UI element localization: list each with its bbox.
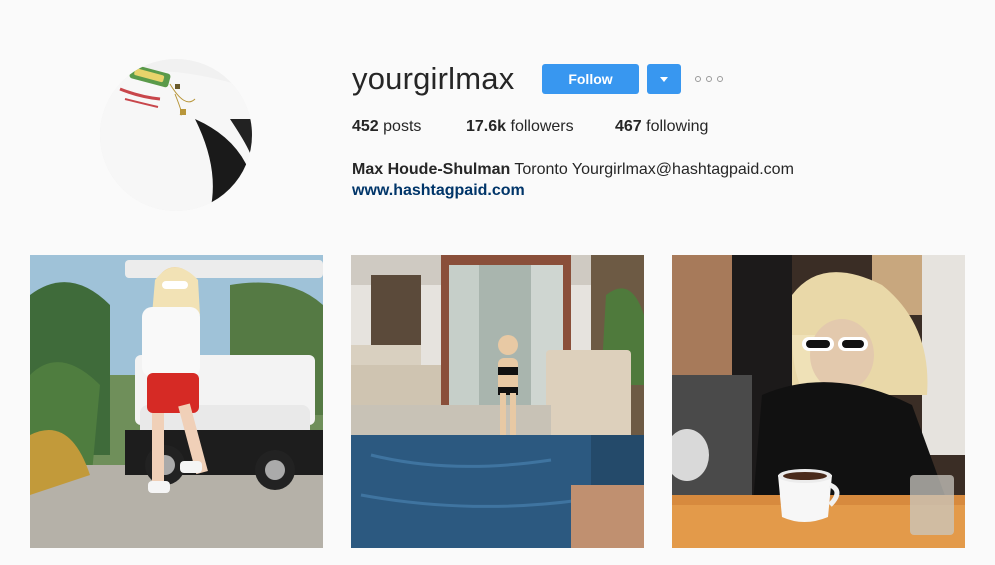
post-image: [30, 255, 323, 548]
post-image: [672, 255, 965, 548]
followers-stat[interactable]: 17.6k followers: [466, 118, 574, 136]
profile-avatar: [100, 59, 252, 211]
followers-label: followers: [510, 118, 574, 135]
following-label: following: [646, 118, 709, 135]
follow-options-button[interactable]: [647, 64, 681, 94]
more-dot: [695, 76, 701, 82]
post-thumbnail[interactable]: [30, 255, 323, 548]
posts-stat: 452 posts: [352, 118, 421, 136]
post-image: [351, 255, 644, 548]
posts-label: posts: [383, 118, 422, 135]
profile-bio: Max Houde-Shulman Toronto Yourgirlmax@ha…: [352, 158, 794, 182]
following-stat[interactable]: 467 following: [615, 118, 708, 136]
followers-count: 17.6k: [466, 118, 507, 135]
avatar-image: [100, 59, 252, 211]
posts-count: 452: [352, 118, 379, 135]
profile-full-name: Max Houde-Shulman: [352, 161, 511, 178]
following-count: 467: [615, 118, 642, 135]
more-dot: [717, 76, 723, 82]
post-thumbnail[interactable]: [351, 255, 644, 548]
more-options-icon[interactable]: [695, 72, 723, 86]
profile-username: yourgirlmax: [352, 61, 515, 96]
more-dot: [706, 76, 712, 82]
post-thumbnail[interactable]: [672, 255, 965, 548]
chevron-down-icon: [660, 76, 668, 82]
bio-text: Toronto Yourgirlmax@hashtagpaid.com: [514, 161, 794, 178]
follow-button[interactable]: Follow: [542, 64, 639, 94]
profile-website-link[interactable]: www.hashtagpaid.com: [352, 181, 525, 201]
